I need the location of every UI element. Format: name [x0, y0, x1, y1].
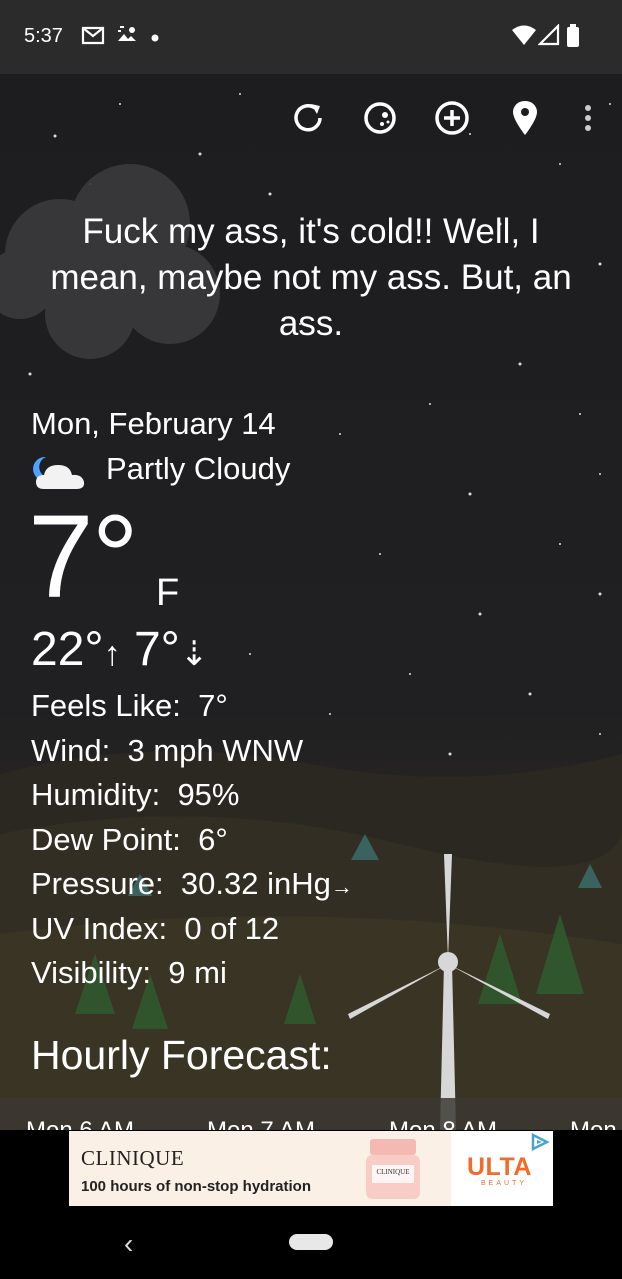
refresh-icon[interactable] — [286, 96, 330, 140]
detail-value: 6° — [198, 822, 228, 857]
image-notification-icon — [114, 22, 140, 53]
product-image: CLINIQUE — [366, 1139, 420, 1199]
status-bar: 5:37 — [0, 0, 622, 74]
retailer-name: ULTA — [467, 1153, 532, 1181]
weather-quote: Fuck my ass, it's cold!! Well, I mean, m… — [50, 212, 572, 343]
hourly-item[interactable]: Mon 8 AM — [389, 1117, 497, 1130]
detail-label: Feels Like: — [31, 688, 181, 723]
detail-label: Visibility: — [31, 955, 152, 990]
add-location-icon[interactable] — [430, 96, 474, 140]
hourly-item[interactable]: Mon 6 AM — [26, 1117, 134, 1130]
location-pin-icon[interactable] — [503, 96, 547, 140]
detail-value: 0 of 12 — [184, 911, 280, 946]
detail-pressure: Pressure: 30.32 inHg→ — [31, 866, 353, 902]
detail-label: Dew Point: — [31, 822, 181, 857]
ad-choices-icon[interactable] — [530, 1133, 550, 1151]
retailer-logo: ULTA BEAUTY — [467, 1153, 532, 1187]
dot-icon — [150, 30, 160, 48]
detail-value: 9 mi — [168, 955, 227, 990]
hourly-item[interactable]: Mon — [570, 1117, 617, 1130]
weather-scene: Fuck my ass, it's cold!! Well, I mean, m… — [0, 74, 622, 1130]
detail-feels-like: Feels Like: 7° — [31, 688, 228, 724]
low-arrow-icon: ⇣ — [179, 635, 209, 673]
battery-icon — [566, 24, 580, 53]
detail-value: 30.32 inHg — [180, 866, 331, 901]
hourly-forecast-strip[interactable]: Mon 6 AM Mon 7 AM Mon 8 AM Mon — [0, 1098, 622, 1130]
current-date: Mon, February 14 — [31, 406, 276, 441]
ad-product-label: CLINIQUE — [376, 1168, 409, 1176]
more-options-icon[interactable] — [566, 96, 610, 140]
high-arrow-icon: ↑ — [103, 635, 121, 673]
detail-label: Wind: — [31, 733, 111, 768]
detail-label: Humidity: — [31, 777, 161, 812]
detail-dew-point: Dew Point: 6° — [31, 822, 228, 858]
back-icon[interactable]: ‹ — [124, 1228, 133, 1260]
ad-banner[interactable]: CLINIQUE 100 hours of non-stop hydration… — [69, 1131, 553, 1206]
detail-label: UV Index: — [31, 911, 168, 946]
detail-value: 3 mph WNW — [127, 733, 304, 768]
high-temp: 22° — [31, 623, 104, 676]
condition-text: Partly Cloudy — [106, 451, 291, 486]
detail-humidity: Humidity: 95% — [31, 777, 239, 813]
high-low: 22°↑ 7°⇣ — [31, 622, 208, 682]
home-pill-button[interactable] — [289, 1234, 333, 1250]
low-temp: 7° — [133, 623, 180, 676]
ad-brand: CLINIQUE — [81, 1146, 185, 1170]
theme-icon[interactable] — [358, 96, 402, 140]
detail-wind: Wind: 3 mph WNW — [31, 733, 303, 769]
wifi-icon — [511, 24, 537, 51]
retailer-sub: BEAUTY — [481, 1180, 528, 1187]
detail-visibility: Visibility: 9 mi — [31, 955, 227, 991]
detail-uv-index: UV Index: 0 of 12 — [31, 911, 279, 947]
detail-label: Pressure: — [31, 866, 164, 901]
status-time: 5:37 — [24, 25, 63, 47]
navigation-bar: ‹ — [0, 1222, 622, 1279]
temperature-unit: F — [156, 572, 180, 614]
detail-value: 7° — [198, 688, 228, 723]
current-temperature: 7° — [28, 491, 139, 623]
ad-tagline: 100 hours of non-stop hydration — [81, 1178, 312, 1195]
hourly-item[interactable]: Mon 7 AM — [207, 1117, 315, 1130]
gmail-icon — [80, 22, 106, 53]
hourly-forecast-title: Hourly Forecast: — [31, 1032, 332, 1078]
cell-signal-icon — [537, 23, 560, 51]
pressure-trend-icon: → — [330, 874, 353, 899]
detail-value: 95% — [177, 777, 240, 812]
